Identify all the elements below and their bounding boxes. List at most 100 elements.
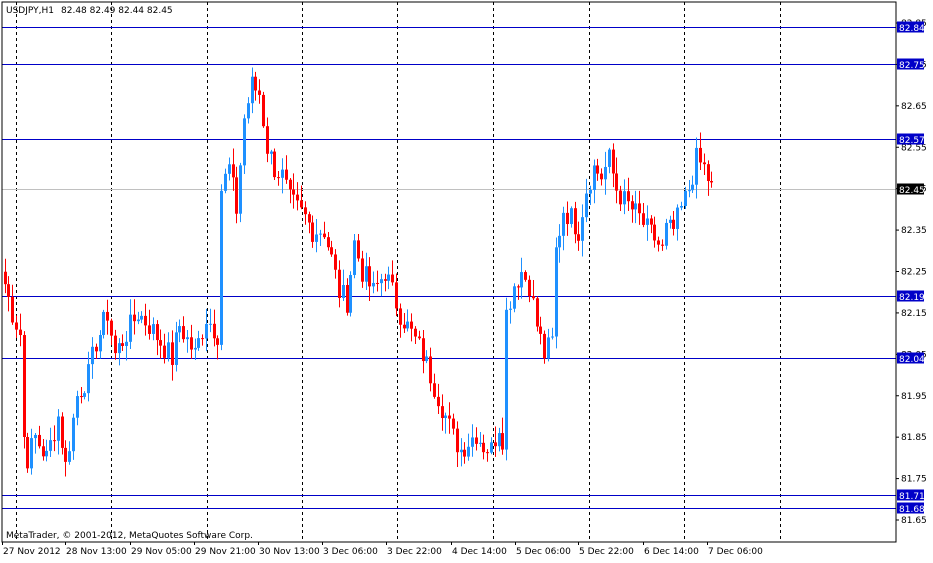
x-tick-label: 4 Dec 14:00 bbox=[452, 547, 507, 557]
candle-body bbox=[391, 274, 394, 283]
y-tick-label: 81.85 bbox=[901, 433, 927, 443]
candle-body bbox=[277, 177, 280, 179]
price-chart[interactable]: 82.8582.7582.6582.5582.4582.3582.2582.15… bbox=[0, 0, 933, 559]
candle-body bbox=[61, 416, 64, 448]
candle-body bbox=[422, 338, 425, 362]
candle-body bbox=[357, 240, 360, 259]
candle-body bbox=[361, 258, 364, 282]
candle-body bbox=[494, 442, 497, 447]
candle-body bbox=[235, 177, 238, 214]
x-tick-label: 29 Nov 05:00 bbox=[131, 547, 192, 557]
candle-body bbox=[513, 286, 516, 309]
candle-body bbox=[270, 151, 273, 154]
candle-body bbox=[638, 203, 641, 214]
candle-body bbox=[45, 450, 48, 457]
candle-body bbox=[167, 342, 170, 358]
candle-body bbox=[121, 343, 124, 346]
candle-body bbox=[437, 396, 440, 407]
candle-body bbox=[528, 279, 531, 297]
candle-body bbox=[152, 324, 155, 334]
candle-body bbox=[342, 285, 345, 299]
candle-body bbox=[68, 451, 71, 462]
candle-body bbox=[482, 442, 485, 453]
candle-body bbox=[273, 151, 276, 178]
candle-body bbox=[251, 76, 254, 104]
candle-body bbox=[125, 341, 128, 346]
candle-body bbox=[490, 442, 493, 453]
y-tick-label: 82.35 bbox=[901, 226, 927, 236]
candle-body bbox=[486, 452, 489, 454]
candle-body bbox=[7, 284, 10, 297]
candle-body bbox=[129, 314, 132, 342]
candle-body bbox=[619, 190, 622, 205]
candle-body bbox=[387, 274, 390, 281]
current-price-label: 82.45 bbox=[899, 186, 925, 196]
symbol-label: USDJPY,H1 bbox=[6, 6, 54, 16]
candle-body bbox=[691, 184, 694, 191]
candle-body bbox=[285, 169, 288, 180]
candle-body bbox=[429, 356, 432, 384]
candle-body bbox=[653, 224, 656, 241]
candle-body bbox=[346, 285, 349, 313]
candle-body bbox=[228, 164, 231, 174]
hline-label: 82.75 bbox=[899, 61, 925, 71]
candle-body bbox=[707, 164, 710, 182]
candle-body bbox=[441, 406, 444, 419]
candle-body bbox=[543, 333, 546, 359]
candle-body bbox=[315, 234, 318, 242]
candle-body bbox=[64, 447, 67, 462]
candle-body bbox=[213, 323, 216, 339]
candle-body bbox=[460, 449, 463, 453]
candle-body bbox=[4, 271, 7, 285]
candle-body bbox=[634, 203, 637, 210]
candle-body bbox=[80, 396, 83, 398]
candle-body bbox=[703, 162, 706, 165]
candle-body bbox=[171, 342, 174, 365]
candle-body bbox=[623, 191, 626, 205]
candle-body bbox=[76, 396, 79, 418]
candle-body bbox=[657, 240, 660, 245]
candle-body bbox=[330, 247, 333, 255]
candle-body bbox=[661, 244, 664, 246]
candle-body bbox=[311, 222, 314, 242]
candle-body bbox=[410, 321, 413, 329]
candle-body bbox=[532, 296, 535, 299]
candle-body bbox=[201, 338, 204, 340]
candle-body bbox=[186, 337, 189, 340]
y-tick-label: 81.75 bbox=[901, 475, 927, 485]
candle-body bbox=[334, 254, 337, 270]
candle-body bbox=[376, 282, 379, 284]
y-tick-label: 82.65 bbox=[901, 102, 927, 112]
candle-body bbox=[372, 282, 375, 287]
candle-body bbox=[433, 383, 436, 397]
candle-body bbox=[106, 311, 109, 321]
candle-body bbox=[650, 218, 653, 225]
candle-body bbox=[600, 173, 603, 180]
x-tick-label: 29 Nov 21:00 bbox=[195, 547, 256, 557]
candle-body bbox=[205, 323, 208, 339]
y-tick-label: 82.15 bbox=[901, 309, 927, 319]
candle-body bbox=[95, 346, 98, 352]
candle-body bbox=[520, 272, 523, 288]
candle-body bbox=[163, 345, 166, 358]
candle-body bbox=[414, 328, 417, 337]
candle-body bbox=[384, 279, 387, 281]
candle-body bbox=[209, 323, 212, 325]
candle-body bbox=[19, 329, 22, 336]
candle-body bbox=[418, 336, 421, 339]
x-tick-label: 28 Nov 13:00 bbox=[66, 547, 127, 557]
candle-body bbox=[672, 219, 675, 229]
candle-body bbox=[589, 190, 592, 194]
candle-body bbox=[292, 189, 295, 195]
candle-body bbox=[216, 338, 219, 345]
candle-body bbox=[539, 326, 542, 334]
candle-body bbox=[114, 335, 117, 354]
candle-body bbox=[87, 364, 90, 394]
candle-body bbox=[596, 165, 599, 174]
candle-body bbox=[566, 212, 569, 225]
candle-body bbox=[118, 343, 121, 354]
candle-body bbox=[547, 337, 550, 359]
candle-body bbox=[49, 440, 52, 451]
candle-body bbox=[475, 437, 478, 444]
candle-body bbox=[536, 298, 539, 327]
